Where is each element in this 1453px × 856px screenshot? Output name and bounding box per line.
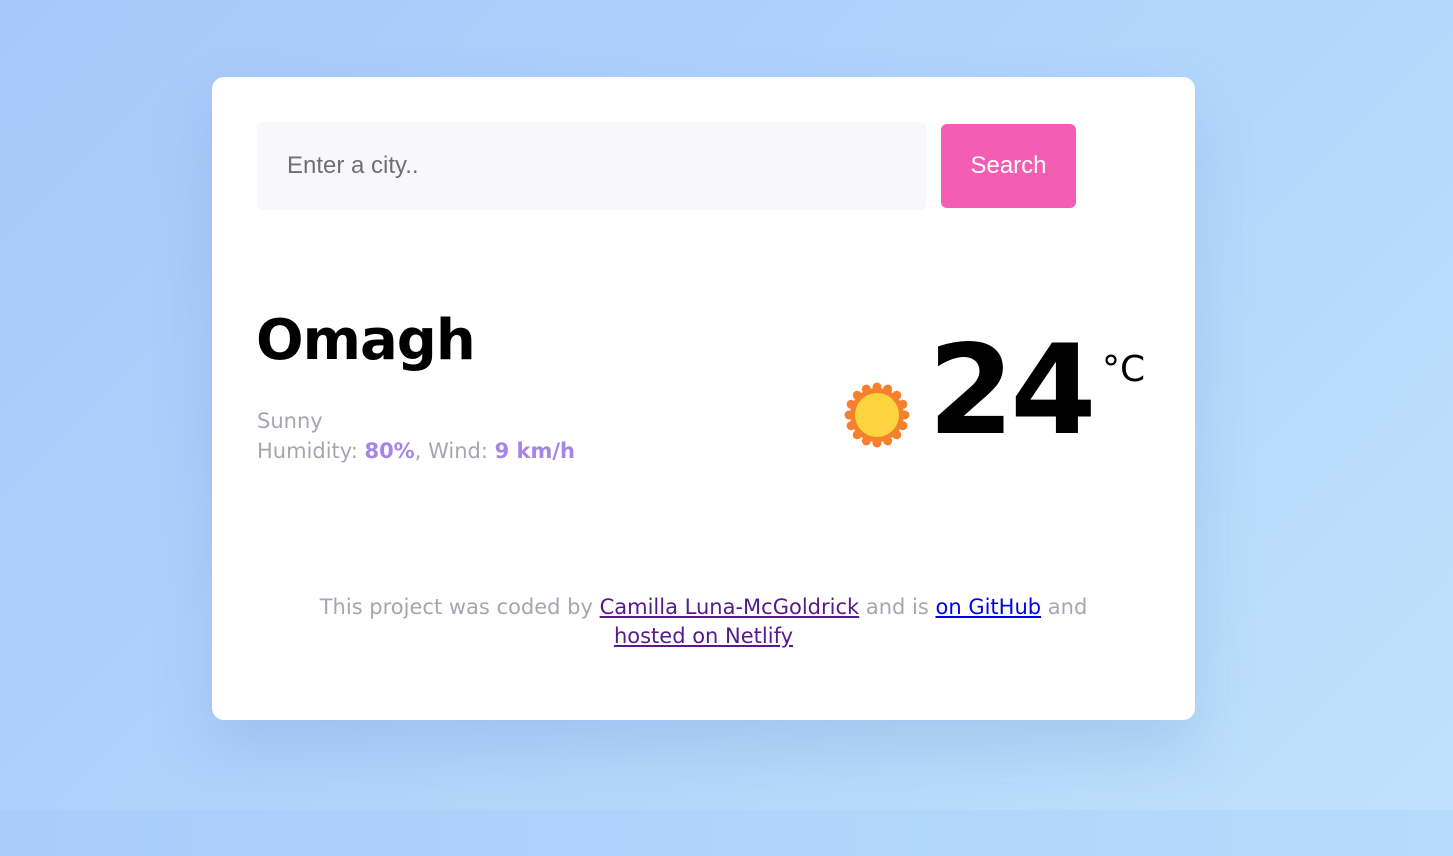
credits-footer: This project was coded by Camilla Luna-M… <box>212 593 1195 651</box>
github-link[interactable]: on GitHub <box>935 595 1041 619</box>
temperature-unit: °C <box>1102 349 1146 390</box>
author-link[interactable]: Camilla Luna-McGoldrick <box>600 595 860 619</box>
humidity-value: 80% <box>364 439 415 463</box>
netlify-link[interactable]: hosted on Netlify <box>614 624 793 648</box>
wind-value: 9 km/h <box>494 439 575 463</box>
sun-core <box>855 393 899 437</box>
footer-text-2: and is <box>859 595 936 619</box>
footer-text-1: This project was coded by <box>319 595 600 619</box>
city-name: Omagh <box>256 308 476 373</box>
weather-description: Sunny <box>257 409 323 433</box>
weather-card: Search Omagh Sunny Humidity: 80%, Wind: … <box>212 77 1195 720</box>
page-bottom-band <box>0 810 1453 856</box>
search-button[interactable]: Search <box>941 124 1076 208</box>
footer-text-3: and <box>1041 595 1088 619</box>
wind-label: , Wind: <box>414 439 495 463</box>
temperature-value: 24 <box>928 319 1097 463</box>
sun-icon <box>844 382 910 448</box>
humidity-label: Humidity: <box>257 439 365 463</box>
weather-details: Sunny Humidity: 80%, Wind: 9 km/h <box>257 406 575 466</box>
city-search-input[interactable] <box>257 122 926 210</box>
humidity-wind-line: Humidity: 80%, Wind: 9 km/h <box>257 436 575 466</box>
